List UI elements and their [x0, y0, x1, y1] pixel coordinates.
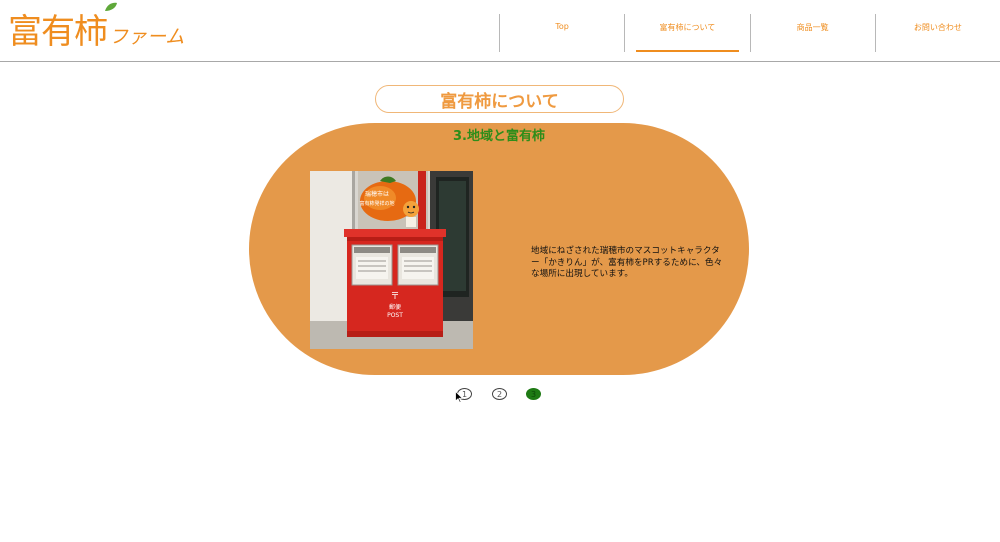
nav-item-products[interactable]: 商品一覧	[749, 14, 875, 52]
mouse-cursor-icon	[455, 391, 463, 403]
postbox-label-1: 郵便	[389, 303, 401, 311]
slide-pagination: 1 2 3	[0, 388, 1000, 402]
pagination-dot-3[interactable]: 3	[526, 388, 541, 400]
nav-item-contact[interactable]: お問い合わせ	[874, 14, 1000, 52]
sign-text-2: 富有柿発祥の地	[359, 200, 394, 207]
slide-photo: 瑞穂市は 富有柿発祥の地 〒 郵便 POST	[310, 171, 473, 349]
leaf-icon	[105, 2, 117, 11]
nav-item-top[interactable]: Top	[499, 14, 624, 52]
sign-text-1: 瑞穂市は	[365, 190, 389, 198]
slide-description: 地域にねざされた瑞穂市のマスコットキャラクター「かきりん」が、富有柿をPRするた…	[531, 246, 723, 279]
nav-label: お問い合わせ	[913, 23, 962, 32]
nav-label: 富有柿について	[659, 23, 716, 32]
slide-card: 3.地域と富有柿 瑞穂市は 富有柿発祥の地 〒 郵便 POST 地域にねざされた…	[249, 123, 749, 375]
site-header: 富有柿 ファーム Top 富有柿について 商品一覧 お問い合わせ	[0, 0, 1000, 62]
main-nav: Top 富有柿について 商品一覧 お問い合わせ	[499, 14, 1000, 52]
pagination-dot-2[interactable]: 2	[492, 388, 507, 400]
site-logo[interactable]: 富有柿 ファーム	[8, 4, 184, 54]
postbox-mark: 〒	[390, 292, 399, 302]
slide-heading: 3.地域と富有柿	[453, 129, 545, 144]
postbox-label-2: POST	[387, 312, 403, 319]
logo-kanji: 富有柿	[8, 12, 108, 52]
nav-label: Top	[555, 22, 569, 31]
nav-label: 商品一覧	[796, 23, 829, 32]
nav-item-about[interactable]: 富有柿について	[624, 14, 749, 52]
page-title: 富有柿について	[375, 85, 624, 113]
postbox-mascot-photo: 瑞穂市は 富有柿発祥の地 〒 郵便 POST	[310, 171, 473, 349]
logo-kana: ファーム	[109, 26, 185, 48]
